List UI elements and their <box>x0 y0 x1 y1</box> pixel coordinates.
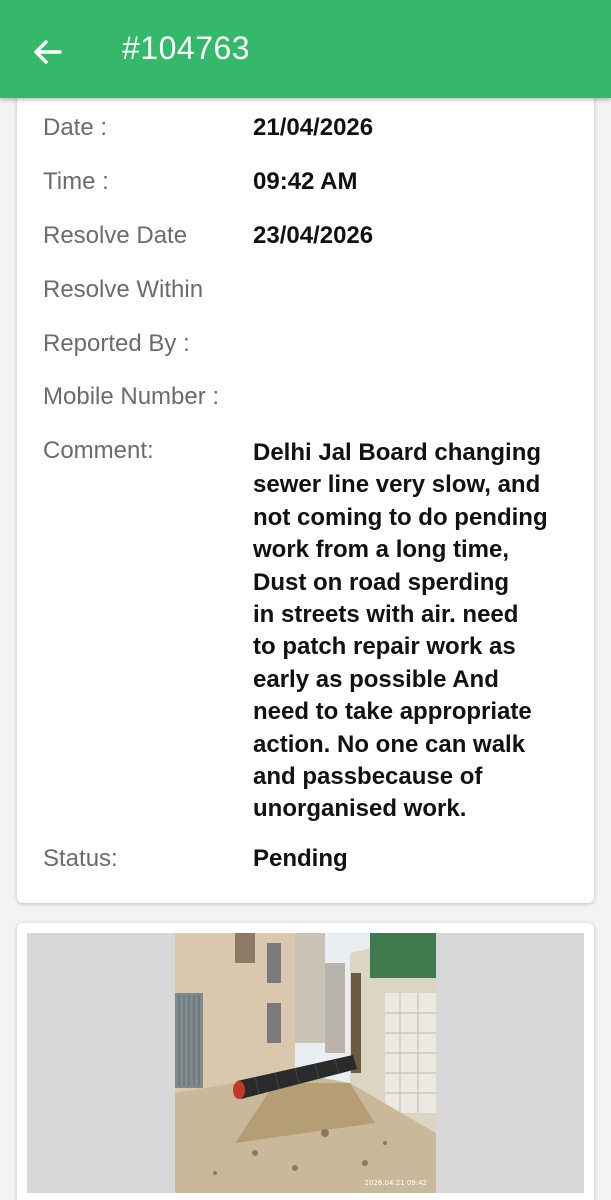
comment-text: Delhi Jal Board changing sewer line very… <box>253 437 583 826</box>
complaint-details-card: Date : 21/04/2026 Time : 09:42 AM Resolv… <box>17 70 594 903</box>
comment-line: in streets with air. need <box>253 601 519 629</box>
complaint-photo[interactable]: 2026.04.21 09:42 <box>175 933 436 1193</box>
comment-line: action. No one can walk <box>253 730 526 758</box>
mobile-number-label: Mobile Number : <box>43 383 220 410</box>
attachment-image-frame[interactable]: 2026.04.21 09:42 <box>27 933 584 1193</box>
comment-line: unorganised work. <box>253 795 467 823</box>
attachment-card: 2026.04.21 09:42 <box>17 923 594 1200</box>
comment-line: need to take appropriate <box>253 698 532 726</box>
comment-line: Dust on road sperding <box>253 568 510 596</box>
time-value: 09:42 AM <box>253 168 358 195</box>
comment-line: early as possible And <box>253 665 499 693</box>
resolve-within-label: Resolve Within <box>43 276 204 303</box>
arrow-left-icon <box>34 40 62 64</box>
date-value: 21/04/2026 <box>253 114 374 141</box>
street-photo-illustration: 2026.04.21 09:42 <box>175 933 436 1193</box>
resolve-date-value: 23/04/2026 <box>253 222 374 249</box>
comment-line: Delhi Jal Board changing <box>253 439 542 466</box>
reported-by-label: Reported By : <box>43 330 190 357</box>
comment-label: Comment: <box>43 437 154 464</box>
resolve-date-label: Resolve Date <box>43 222 188 249</box>
back-button[interactable] <box>30 34 66 70</box>
photo-timestamp: 2026.04.21 09:42 <box>365 1179 427 1187</box>
comment-line: not coming to do pending <box>253 503 548 531</box>
time-label: Time : <box>43 168 109 195</box>
comment-line: and passbecause of <box>253 763 483 791</box>
comment-line: work from a long time, <box>253 536 510 564</box>
complaint-id-title: #104763 <box>122 30 251 66</box>
date-label: Date : <box>43 114 108 141</box>
app-bar: #104763 <box>0 0 611 98</box>
status-value: Pending <box>253 845 348 872</box>
status-label: Status: <box>43 845 118 872</box>
comment-line: sewer line very slow, and <box>253 471 541 499</box>
comment-line: to patch repair work as <box>253 633 516 661</box>
